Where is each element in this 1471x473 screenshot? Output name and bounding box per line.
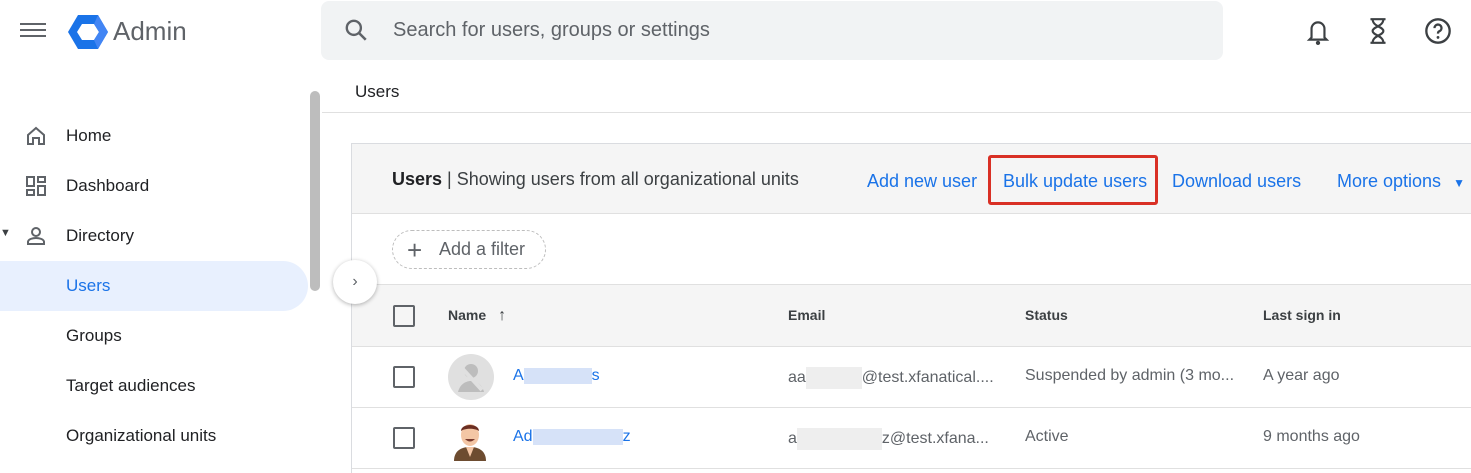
divider bbox=[322, 112, 1471, 113]
column-name[interactable]: Name ↑ bbox=[448, 307, 506, 325]
row-checkbox[interactable] bbox=[393, 366, 415, 388]
sidebar-item-label: Users bbox=[66, 276, 111, 295]
more-options-button[interactable]: More options ▼ bbox=[1337, 171, 1465, 192]
app-title: Admin bbox=[113, 16, 187, 46]
sidebar-item-label: Target audiences bbox=[66, 376, 196, 395]
name-start: A bbox=[513, 367, 524, 384]
download-users-button[interactable]: Download users bbox=[1172, 171, 1301, 192]
search-placeholder: Search for users, groups or settings bbox=[393, 19, 710, 41]
column-name-label: Name bbox=[448, 307, 487, 323]
column-last-sign-in[interactable]: Last sign in bbox=[1263, 307, 1341, 323]
bell-icon[interactable] bbox=[1305, 17, 1331, 45]
sidebar-item-groups[interactable]: Groups bbox=[0, 311, 308, 361]
column-email[interactable]: Email bbox=[788, 307, 825, 323]
sidebar-item-label: Dashboard bbox=[66, 176, 150, 195]
row-checkbox[interactable] bbox=[393, 427, 415, 449]
sidebar-item-label: Groups bbox=[66, 326, 122, 345]
bulk-update-users-button[interactable]: Bulk update users bbox=[1003, 171, 1147, 192]
filter-row: + Add a filter bbox=[352, 214, 1471, 284]
add-filter-button[interactable]: + Add a filter bbox=[392, 230, 546, 269]
user-email: a z@test.xfana... bbox=[788, 428, 989, 450]
sidebar: Home Dashboard ▼ Directory Users Groups … bbox=[0, 62, 322, 473]
sidebar-item-target-audiences[interactable]: Target audiences bbox=[0, 361, 308, 411]
user-email: aa @test.xfanatical.... bbox=[788, 367, 994, 389]
sidebar-item-organizational-units[interactable]: Organizational units bbox=[0, 411, 308, 461]
suspended-avatar-icon bbox=[448, 354, 494, 400]
redacted-blur bbox=[805, 367, 862, 389]
sidebar-item-dashboard[interactable]: Dashboard bbox=[0, 161, 308, 211]
home-icon bbox=[27, 126, 45, 145]
redacted-blur bbox=[796, 428, 882, 450]
admin-logo-icon bbox=[68, 15, 108, 49]
chevron-right-icon: › bbox=[352, 273, 358, 290]
sidebar-item-home[interactable]: Home bbox=[0, 111, 308, 161]
email-start: a bbox=[788, 430, 797, 448]
caret-down-icon: ▼ bbox=[1453, 176, 1465, 190]
panel-title: Users | Showing users from all organizat… bbox=[392, 169, 799, 190]
panel-subtitle: | Showing users from all organizational … bbox=[442, 169, 799, 189]
panel-title-main: Users bbox=[392, 169, 443, 189]
sidebar-item-label: Directory bbox=[66, 226, 135, 245]
name-start: Ad bbox=[513, 428, 533, 445]
email-end: z@test.xfana... bbox=[881, 430, 989, 448]
name-end: z bbox=[622, 428, 631, 445]
user-status: Suspended by admin (3 mo... bbox=[1025, 367, 1235, 384]
user-name-link[interactable]: As bbox=[513, 367, 600, 385]
sidebar-item-directory[interactable]: ▼ Directory bbox=[0, 211, 308, 261]
hourglass-icon[interactable] bbox=[1367, 17, 1389, 45]
add-filter-label: Add a filter bbox=[439, 239, 526, 259]
select-all-checkbox[interactable] bbox=[393, 305, 415, 327]
menu-icon[interactable] bbox=[20, 20, 46, 40]
table-row[interactable]: Ad z a z@test.xfana... Active 9 months ago bbox=[352, 408, 1471, 469]
redacted-blur bbox=[532, 428, 623, 445]
person-icon bbox=[27, 227, 45, 245]
plus-icon: + bbox=[407, 235, 423, 265]
caret-down-icon[interactable]: ▼ bbox=[0, 227, 11, 239]
search-icon[interactable] bbox=[343, 17, 369, 43]
users-panel: Users | Showing users from all organizat… bbox=[351, 143, 1471, 473]
user-status: Active bbox=[1025, 428, 1069, 445]
breadcrumb: Users bbox=[355, 82, 400, 101]
email-end: @test.xfanatical.... bbox=[861, 369, 994, 387]
column-status[interactable]: Status bbox=[1025, 307, 1068, 323]
user-last-sign-in: 9 months ago bbox=[1263, 428, 1360, 445]
dashboard-icon bbox=[26, 176, 46, 196]
arrow-up-icon[interactable]: ↑ bbox=[498, 307, 506, 324]
user-name-link[interactable]: Ad z bbox=[513, 428, 631, 446]
top-bar: Admin Search for users, groups or settin… bbox=[0, 0, 1471, 62]
expand-panel-button[interactable]: › bbox=[333, 260, 377, 304]
user-last-sign-in: A year ago bbox=[1263, 367, 1340, 384]
table-header: Name ↑ Email Status Last sign in bbox=[352, 284, 1471, 347]
sidebar-item-label: Organizational units bbox=[66, 426, 217, 445]
help-icon[interactable] bbox=[1424, 17, 1452, 45]
panel-header: Users | Showing users from all organizat… bbox=[352, 144, 1471, 214]
redacted-blur bbox=[523, 367, 592, 384]
user-avatar-icon bbox=[454, 424, 486, 461]
sidebar-scrollbar[interactable] bbox=[310, 91, 320, 291]
sidebar-item-label: Home bbox=[66, 126, 112, 145]
email-start: aa bbox=[788, 369, 806, 387]
add-new-user-button[interactable]: Add new user bbox=[867, 171, 977, 192]
sidebar-item-users[interactable]: Users bbox=[0, 261, 308, 311]
table-row[interactable]: As aa @test.xfanatical.... Suspended by a… bbox=[352, 347, 1471, 408]
name-end: s bbox=[591, 367, 600, 384]
search-input[interactable]: Search for users, groups or settings bbox=[321, 1, 1223, 60]
more-options-label: More options bbox=[1337, 171, 1442, 191]
